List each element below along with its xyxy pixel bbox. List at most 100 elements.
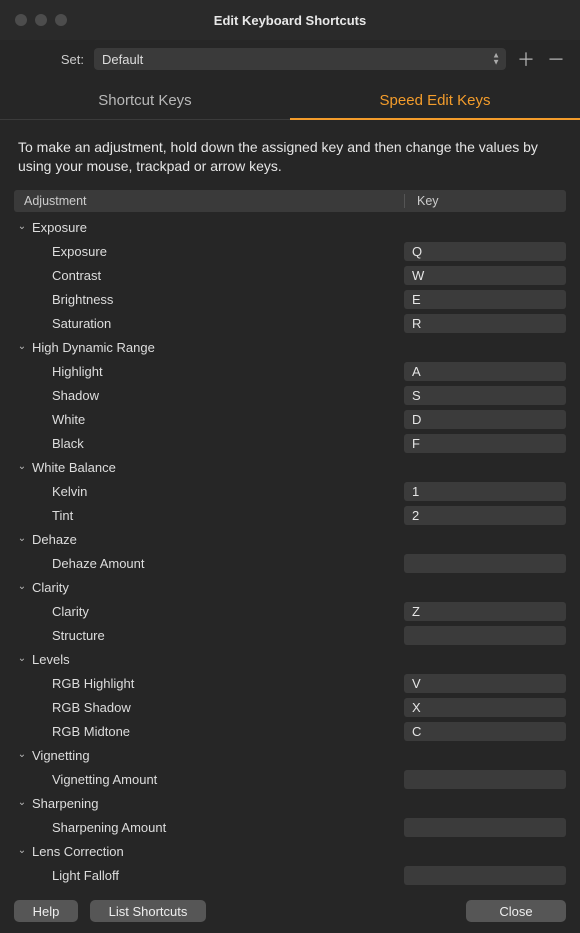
- key-field[interactable]: W: [404, 266, 566, 285]
- adjustment-label: Sharpening Amount: [14, 820, 404, 835]
- key-field[interactable]: Q: [404, 242, 566, 261]
- table-row[interactable]: RGB MidtoneC: [14, 720, 566, 744]
- key-field[interactable]: Z: [404, 602, 566, 621]
- adjustment-label: Clarity: [14, 604, 404, 619]
- set-select[interactable]: Default ▲▼: [94, 48, 506, 70]
- group-header[interactable]: ⌄Levels: [14, 648, 566, 672]
- key-field[interactable]: 1: [404, 482, 566, 501]
- group-header[interactable]: ⌄White Balance: [14, 456, 566, 480]
- chevron-down-icon: ⌄: [14, 845, 30, 856]
- tab-speed-edit-keys[interactable]: Speed Edit Keys: [290, 82, 580, 119]
- instructions-text: To make an adjustment, hold down the ass…: [0, 120, 580, 190]
- list-shortcuts-button[interactable]: List Shortcuts: [90, 900, 206, 922]
- key-field[interactable]: 2: [404, 506, 566, 525]
- key-field[interactable]: F: [404, 434, 566, 453]
- table-row[interactable]: RGB HighlightV: [14, 672, 566, 696]
- set-row: Set: Default ▲▼ ＋ －: [0, 40, 580, 82]
- adjustment-label: Tint: [14, 508, 404, 523]
- table-row[interactable]: ExposureQ: [14, 240, 566, 264]
- key-field[interactable]: [404, 866, 566, 885]
- key-field[interactable]: R: [404, 314, 566, 333]
- key-field[interactable]: [404, 770, 566, 789]
- chevron-down-icon: ⌄: [14, 749, 30, 760]
- remove-set-button[interactable]: －: [546, 49, 566, 69]
- table-row[interactable]: ContrastW: [14, 264, 566, 288]
- chevron-down-icon: ⌄: [14, 797, 30, 808]
- col-key-header[interactable]: Key: [405, 194, 566, 208]
- group-header[interactable]: ⌄High Dynamic Range: [14, 336, 566, 360]
- adjustment-label: Contrast: [14, 268, 404, 283]
- key-field[interactable]: A: [404, 362, 566, 381]
- key-field[interactable]: E: [404, 290, 566, 309]
- zoom-window-icon[interactable]: [55, 14, 67, 26]
- key-field[interactable]: D: [404, 410, 566, 429]
- close-window-icon[interactable]: [15, 14, 27, 26]
- chevron-down-icon: ⌄: [14, 581, 30, 592]
- table-row[interactable]: BlackF: [14, 432, 566, 456]
- minimize-window-icon[interactable]: [35, 14, 47, 26]
- adjustment-label: White: [14, 412, 404, 427]
- col-adjustment-header[interactable]: Adjustment: [14, 194, 404, 208]
- chevron-down-icon: ⌄: [14, 341, 30, 352]
- group-name: Lens Correction: [30, 844, 124, 859]
- key-field[interactable]: [404, 626, 566, 645]
- key-field[interactable]: S: [404, 386, 566, 405]
- group-header[interactable]: ⌄Dehaze: [14, 528, 566, 552]
- group-header[interactable]: ⌄Clarity: [14, 576, 566, 600]
- key-field[interactable]: C: [404, 722, 566, 741]
- adjustment-label: Brightness: [14, 292, 404, 307]
- table-row[interactable]: Dehaze Amount: [14, 552, 566, 576]
- table-row[interactable]: Light Falloff: [14, 864, 566, 888]
- table-row[interactable]: HighlightA: [14, 360, 566, 384]
- table-row[interactable]: ShadowS: [14, 384, 566, 408]
- help-button[interactable]: Help: [14, 900, 78, 922]
- chevron-down-icon: ⌄: [14, 533, 30, 544]
- adjustment-label: Black: [14, 436, 404, 451]
- key-field[interactable]: [404, 554, 566, 573]
- group-header[interactable]: ⌄Lens Correction: [14, 840, 566, 864]
- table-row[interactable]: Kelvin1: [14, 480, 566, 504]
- key-field[interactable]: V: [404, 674, 566, 693]
- table-body: ⌄ExposureExposureQContrastWBrightnessESa…: [14, 212, 566, 888]
- group-header[interactable]: ⌄Sharpening: [14, 792, 566, 816]
- table-row[interactable]: Tint2: [14, 504, 566, 528]
- group-name: Exposure: [30, 220, 87, 235]
- table-header: Adjustment Key: [14, 190, 566, 212]
- key-field[interactable]: [404, 818, 566, 837]
- table-row[interactable]: Structure: [14, 624, 566, 648]
- tab-shortcut-keys[interactable]: Shortcut Keys: [0, 82, 290, 119]
- window-title: Edit Keyboard Shortcuts: [0, 13, 580, 28]
- group-name: Dehaze: [30, 532, 77, 547]
- group-name: Clarity: [30, 580, 69, 595]
- plus-icon: ＋: [517, 46, 535, 72]
- tabs: Shortcut Keys Speed Edit Keys: [0, 82, 580, 120]
- group-header[interactable]: ⌄Vignetting: [14, 744, 566, 768]
- chevron-down-icon: ⌄: [14, 221, 30, 232]
- minus-icon: －: [547, 46, 565, 72]
- set-label: Set:: [14, 52, 84, 67]
- key-field[interactable]: X: [404, 698, 566, 717]
- adjustment-label: Light Falloff: [14, 868, 404, 883]
- table-row[interactable]: BrightnessE: [14, 288, 566, 312]
- table-row[interactable]: SaturationR: [14, 312, 566, 336]
- table-row[interactable]: WhiteD: [14, 408, 566, 432]
- adjustment-label: Exposure: [14, 244, 404, 259]
- table-row[interactable]: ClarityZ: [14, 600, 566, 624]
- adjustment-label: Kelvin: [14, 484, 404, 499]
- footer: Help List Shortcuts Close: [0, 889, 580, 933]
- adjustment-label: Vignetting Amount: [14, 772, 404, 787]
- adjustment-label: Shadow: [14, 388, 404, 403]
- table-row[interactable]: Sharpening Amount: [14, 816, 566, 840]
- adjustment-label: Highlight: [14, 364, 404, 379]
- group-name: White Balance: [30, 460, 116, 475]
- table-row[interactable]: RGB ShadowX: [14, 696, 566, 720]
- chevron-down-icon: ⌄: [14, 653, 30, 664]
- close-button[interactable]: Close: [466, 900, 566, 922]
- group-header[interactable]: ⌄Exposure: [14, 216, 566, 240]
- add-set-button[interactable]: ＋: [516, 49, 536, 69]
- table-row[interactable]: Vignetting Amount: [14, 768, 566, 792]
- adjustment-label: Structure: [14, 628, 404, 643]
- shortcuts-table: Adjustment Key ⌄ExposureExposureQContras…: [0, 190, 580, 888]
- group-name: Levels: [30, 652, 70, 667]
- select-stepper-icon: ▲▼: [492, 53, 500, 66]
